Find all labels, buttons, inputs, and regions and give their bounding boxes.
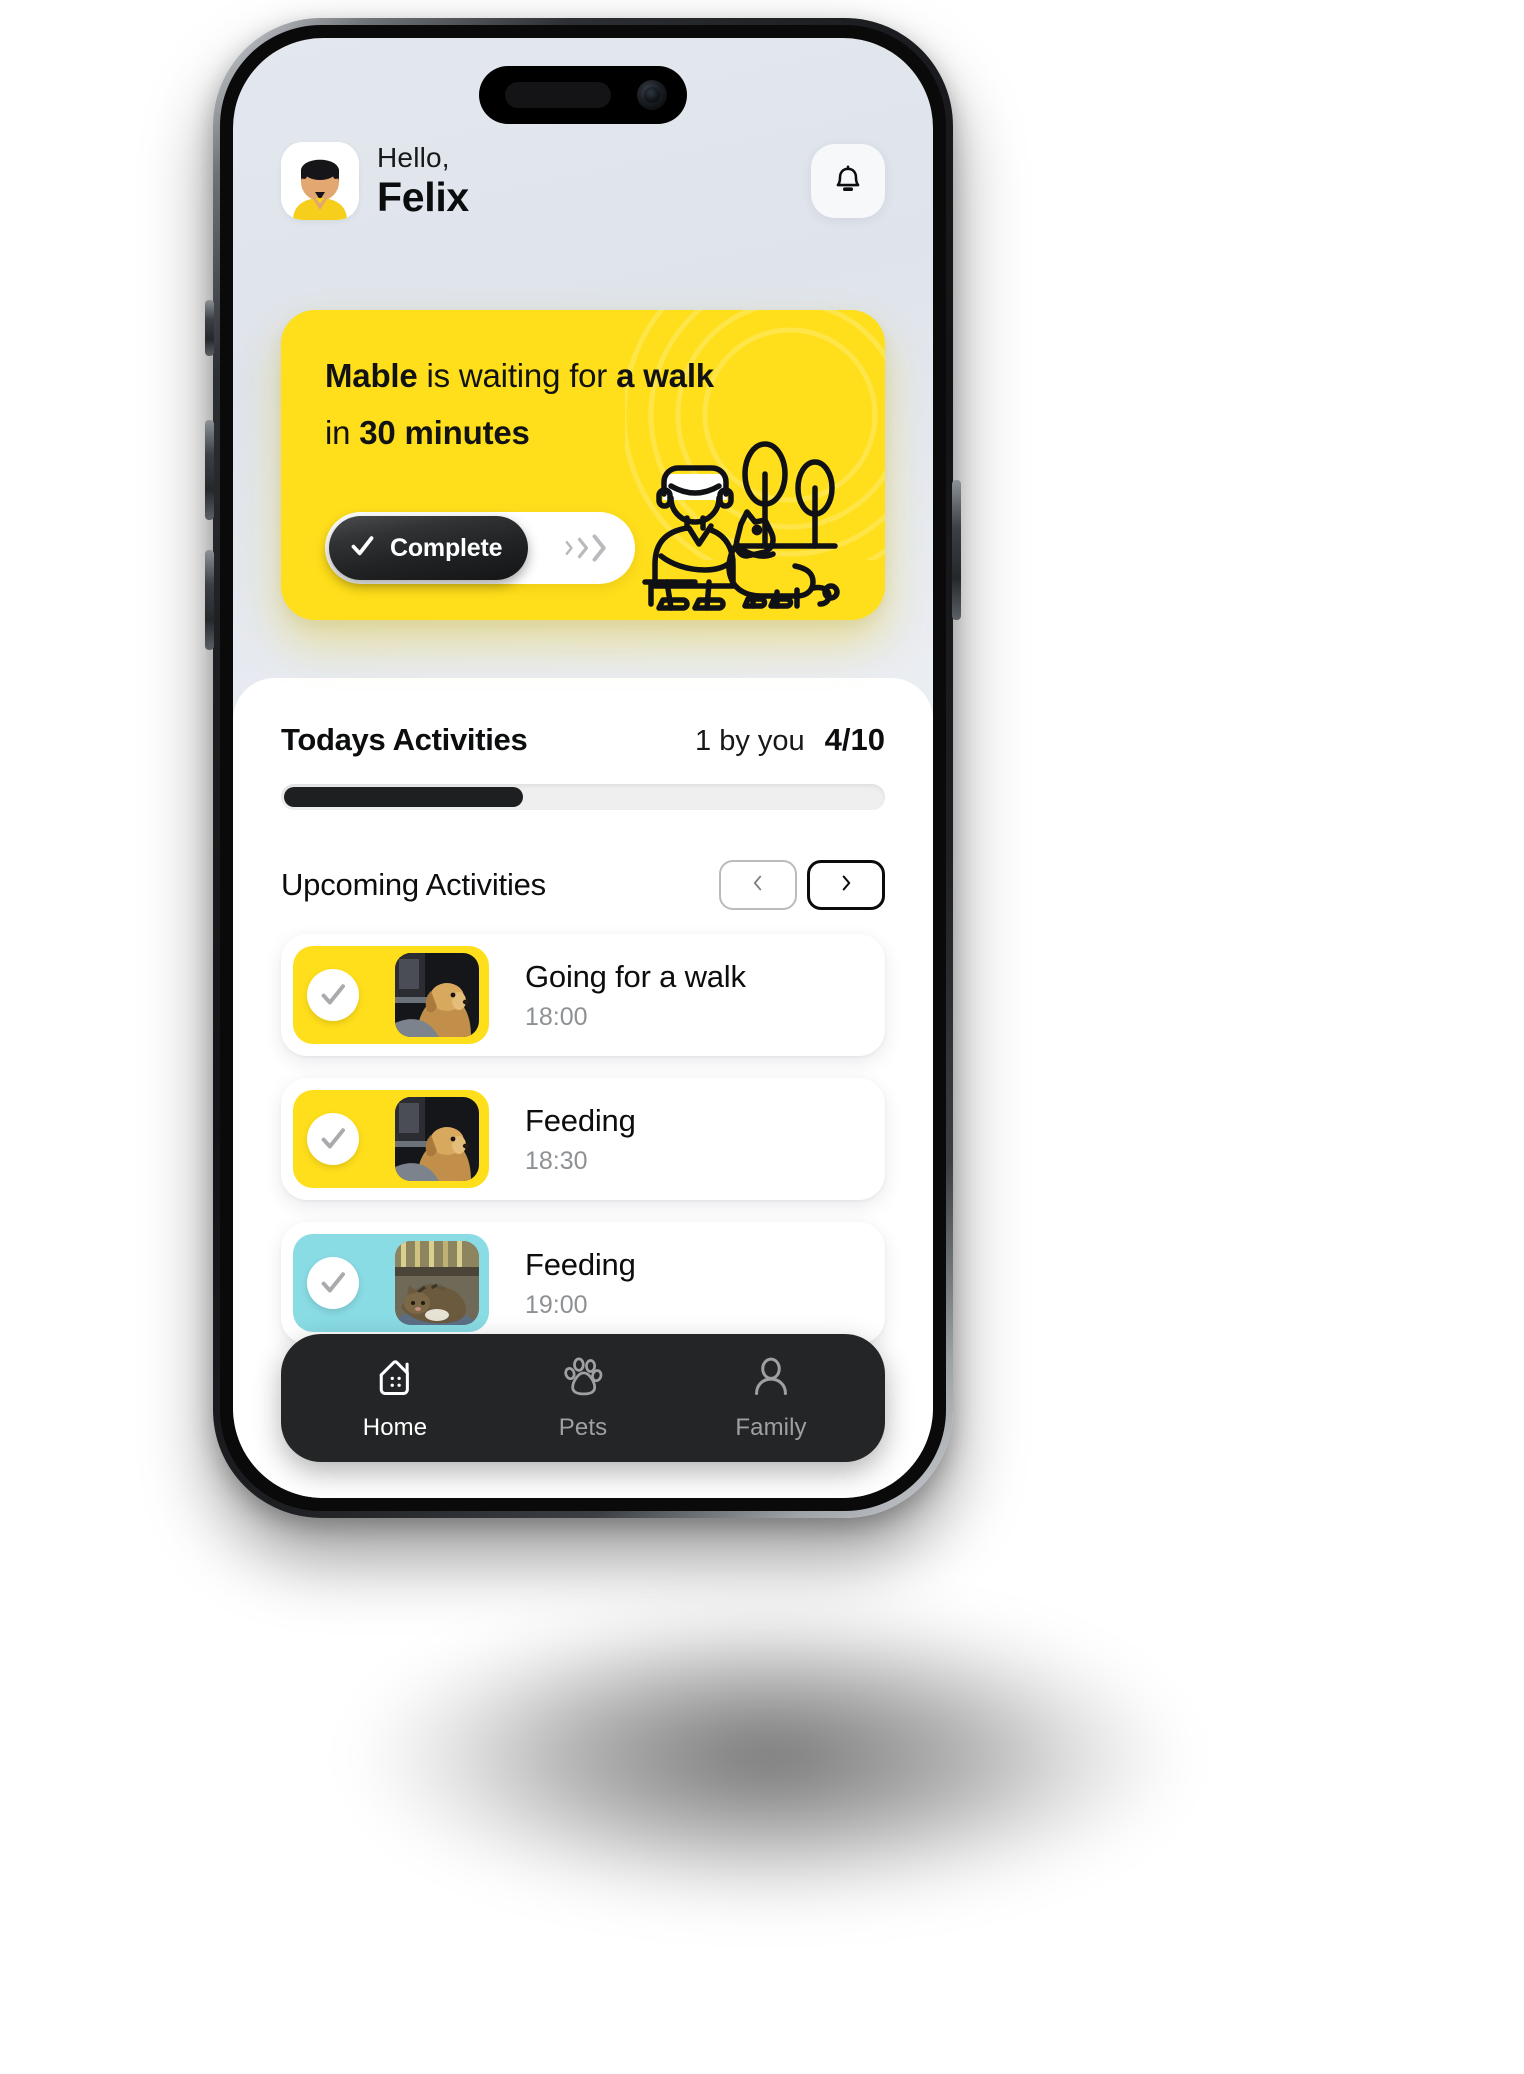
todays-activities-meta: 1 by you 4/10 — [695, 722, 885, 758]
person-icon — [749, 1355, 793, 1404]
dynamic-island — [479, 66, 687, 124]
nav-label-home: Home — [362, 1413, 428, 1441]
check-icon — [349, 532, 376, 564]
activity-info: Feeding 19:00 — [489, 1247, 636, 1320]
nav-item-pets[interactable]: Pets — [517, 1355, 649, 1442]
power-button[interactable] — [952, 480, 961, 620]
slider-knob[interactable]: Complete — [329, 516, 529, 580]
check-circle-icon[interactable] — [307, 1257, 359, 1309]
nav-label-pets: Pets — [558, 1413, 608, 1441]
hero-message: Mable is waiting for a walk in 30 minute… — [325, 348, 805, 462]
volume-down-button[interactable] — [205, 550, 214, 650]
golden-retriever-photo — [395, 953, 479, 1037]
activity-time: 19:00 — [525, 1290, 588, 1319]
carousel-prev-button[interactable] — [719, 860, 797, 910]
chevrons-right-icon — [557, 533, 609, 563]
activity-info: Going for a walk 18:00 — [489, 959, 746, 1032]
home-icon — [373, 1355, 417, 1404]
chevron-right-icon — [835, 872, 857, 899]
bell-icon — [831, 162, 865, 201]
tabby-cat-photo — [395, 1241, 479, 1325]
todays-activities-title: Todays Activities — [281, 722, 528, 757]
screenshot-stage: Hello, Felix Mable is waiting for a walk… — [0, 0, 1524, 2074]
activities-progress-fill — [284, 787, 524, 807]
silent-switch[interactable] — [205, 300, 214, 356]
volume-up-button[interactable] — [205, 420, 214, 520]
todays-activities-header: Todays Activities 1 by you 4/10 — [281, 722, 885, 758]
paw-icon — [561, 1355, 605, 1404]
hero-activity: a walk — [616, 357, 714, 394]
greeting-block: Hello, Felix — [281, 142, 469, 220]
avatar[interactable] — [281, 142, 359, 220]
activity-item[interactable]: Feeding 19:00 — [281, 1222, 885, 1344]
upcoming-activities-list: Going for a walk 18:00 Feeding 18:30 Fee… — [281, 934, 885, 1344]
activity-tile — [293, 946, 489, 1044]
nav-label-family: Family — [735, 1413, 807, 1441]
golden-retriever-photo — [395, 1097, 479, 1181]
hero-duration: 30 minutes — [359, 413, 530, 451]
upcoming-activities-title: Upcoming Activities — [281, 867, 546, 902]
activity-info: Feeding 18:30 — [489, 1103, 636, 1176]
activity-name: Going for a walk — [525, 958, 746, 994]
activity-item[interactable]: Going for a walk 18:00 — [281, 934, 885, 1056]
activity-name: Feeding — [525, 1102, 636, 1138]
front-camera — [637, 80, 667, 110]
greeting-text: Hello, Felix — [377, 141, 469, 221]
carousel-next-button[interactable] — [807, 860, 885, 910]
slide-to-complete[interactable]: Complete — [325, 512, 635, 584]
hero-reminder-card[interactable]: Mable is waiting for a walk in 30 minute… — [281, 310, 885, 620]
hero-pet-name: Mable — [325, 357, 418, 394]
activities-progress-bar — [281, 784, 885, 810]
hero-text-mid: is waiting for — [417, 357, 617, 394]
check-circle-icon[interactable] — [307, 969, 359, 1021]
check-circle-icon[interactable] — [307, 1113, 359, 1165]
greeting-label: Hello, — [377, 141, 450, 173]
chevron-left-icon — [747, 872, 769, 899]
activity-name: Feeding — [525, 1246, 636, 1282]
activity-tile — [293, 1234, 489, 1332]
bottom-navigation-bar: Home Pets Family — [281, 1334, 885, 1462]
activity-item[interactable]: Feeding 18:30 — [281, 1078, 885, 1200]
carousel-nav — [719, 860, 885, 910]
nav-item-home[interactable]: Home — [329, 1355, 461, 1442]
activity-time: 18:00 — [525, 1002, 588, 1031]
notifications-button[interactable] — [811, 144, 885, 218]
by-you-label: 1 by you — [695, 725, 805, 757]
activities-count: 4/10 — [824, 722, 885, 757]
phone-screen: Hello, Felix Mable is waiting for a walk… — [233, 38, 933, 1498]
activity-time: 18:30 — [525, 1146, 588, 1175]
phone-drop-shadow — [250, 1520, 1290, 1950]
user-name: Felix — [377, 174, 469, 221]
slider-label: Complete — [390, 533, 503, 562]
earpiece-speaker — [505, 82, 611, 108]
activity-tile — [293, 1090, 489, 1188]
nav-item-family[interactable]: Family — [705, 1355, 837, 1442]
upcoming-activities-header: Upcoming Activities — [281, 860, 885, 910]
hero-text-in: in — [325, 413, 360, 451]
